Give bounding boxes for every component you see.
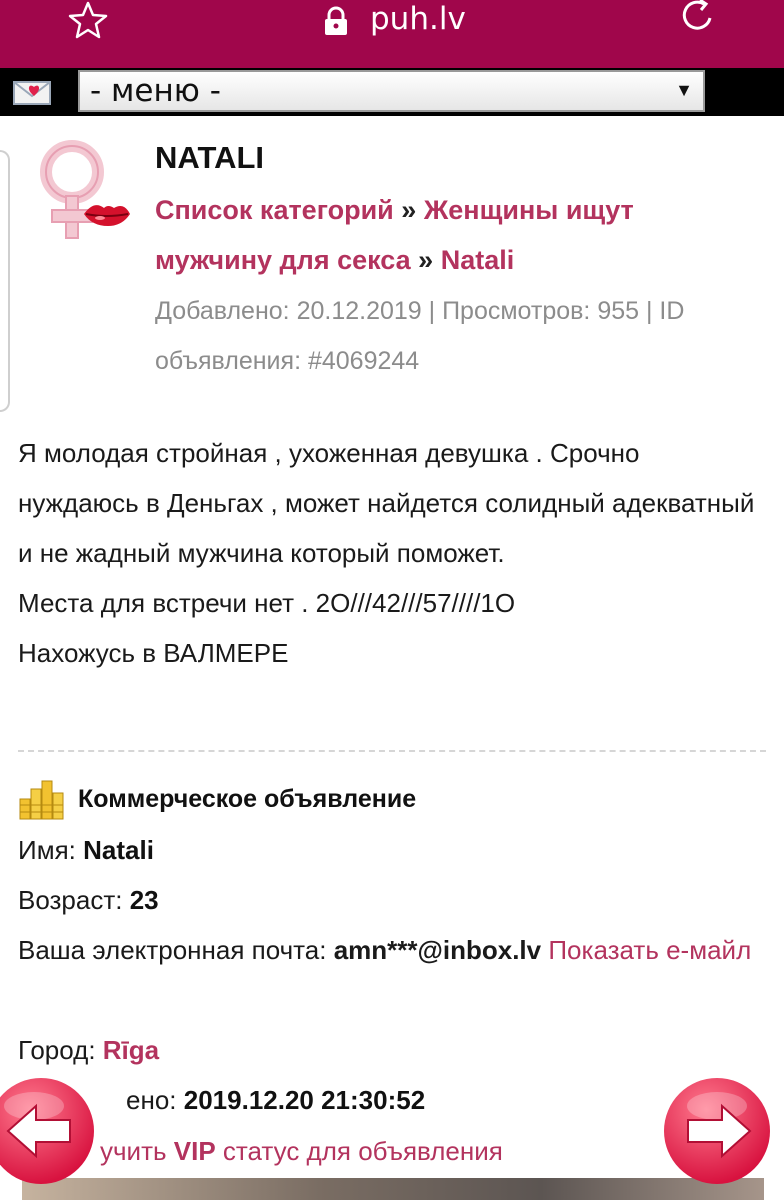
lock-icon xyxy=(325,6,347,35)
female-lips-icon xyxy=(40,140,130,239)
dropdown-arrow-icon: ▼ xyxy=(675,80,693,100)
browser-address-bar: puh.lv xyxy=(0,0,784,68)
commercial-label: Коммерческое объявление xyxy=(78,785,417,813)
description-paragraph: Места для встречи нет . 2О///42///57////… xyxy=(18,588,516,618)
listing-description: Я молодая стройная , ухоженная девушка .… xyxy=(18,428,758,678)
description-paragraph: Нахожусь в ВАЛМЕРЕ xyxy=(18,638,289,668)
arrow-right-icon[interactable] xyxy=(662,1076,772,1186)
field-name: Имя: Natali xyxy=(18,825,154,875)
field-age: Возраст: 23 xyxy=(18,875,159,925)
field-city-link[interactable]: Rīga xyxy=(103,1035,159,1065)
field-added-value: 2019.12.20 21:30:52 xyxy=(183,1085,426,1115)
menu-dropdown-value: - меню - xyxy=(90,73,221,109)
field-name-value: Natali xyxy=(83,835,154,865)
field-email-value: amn***@inbox.lv xyxy=(333,935,542,965)
field-age-label: Возраст: xyxy=(18,885,123,915)
coins-icon xyxy=(19,780,64,820)
section-divider xyxy=(18,750,766,752)
reload-icon[interactable] xyxy=(676,0,720,38)
field-age-value: 23 xyxy=(129,885,159,915)
side-panel-handle[interactable] xyxy=(0,150,10,412)
field-name-label: Имя: xyxy=(18,835,76,865)
field-added: ено: 2019.12.20 21:30:52 xyxy=(126,1075,425,1125)
show-email-link[interactable]: Показать е-майл xyxy=(548,935,751,965)
description-paragraph: Я молодая стройная , ухоженная девушка .… xyxy=(18,438,755,568)
vip-suffix: статус для объявления xyxy=(222,1136,503,1166)
star-outline-icon[interactable] xyxy=(66,0,110,40)
breadcrumb-categories-link[interactable]: Список категорий xyxy=(155,195,394,225)
mail-heart-icon[interactable] xyxy=(12,76,54,106)
vip-status-link[interactable]: учить VIP статус для объявления xyxy=(100,1126,503,1176)
breadcrumb-current-link[interactable]: Natali xyxy=(441,245,515,275)
breadcrumb-separator: » xyxy=(418,245,434,275)
listing-meta: Добавлено: 20.12.2019 | Просмотров: 955 … xyxy=(155,297,685,375)
vip-badge: VIP xyxy=(173,1136,216,1166)
breadcrumb: Список категорий » Женщины ищут мужчину … xyxy=(155,185,755,285)
listing-photo[interactable] xyxy=(22,1178,764,1200)
vip-prefix: учить xyxy=(100,1136,167,1166)
listing-title: NATALI xyxy=(155,140,265,175)
menu-dropdown[interactable]: - меню - ▼ xyxy=(78,70,705,112)
field-email: Ваша электронная почта: amn***@inbox.lv … xyxy=(18,925,768,975)
site-menu-bar: - меню - ▼ xyxy=(0,68,784,116)
field-city: Город: Rīga xyxy=(18,1025,159,1075)
field-email-label: Ваша электронная почта: xyxy=(18,935,327,965)
breadcrumb-separator: » xyxy=(401,195,417,225)
field-city-label: Город: xyxy=(18,1035,96,1065)
field-added-label: ено: xyxy=(126,1085,177,1115)
arrow-left-icon[interactable] xyxy=(0,1076,96,1186)
url-text[interactable]: puh.lv xyxy=(370,0,466,38)
